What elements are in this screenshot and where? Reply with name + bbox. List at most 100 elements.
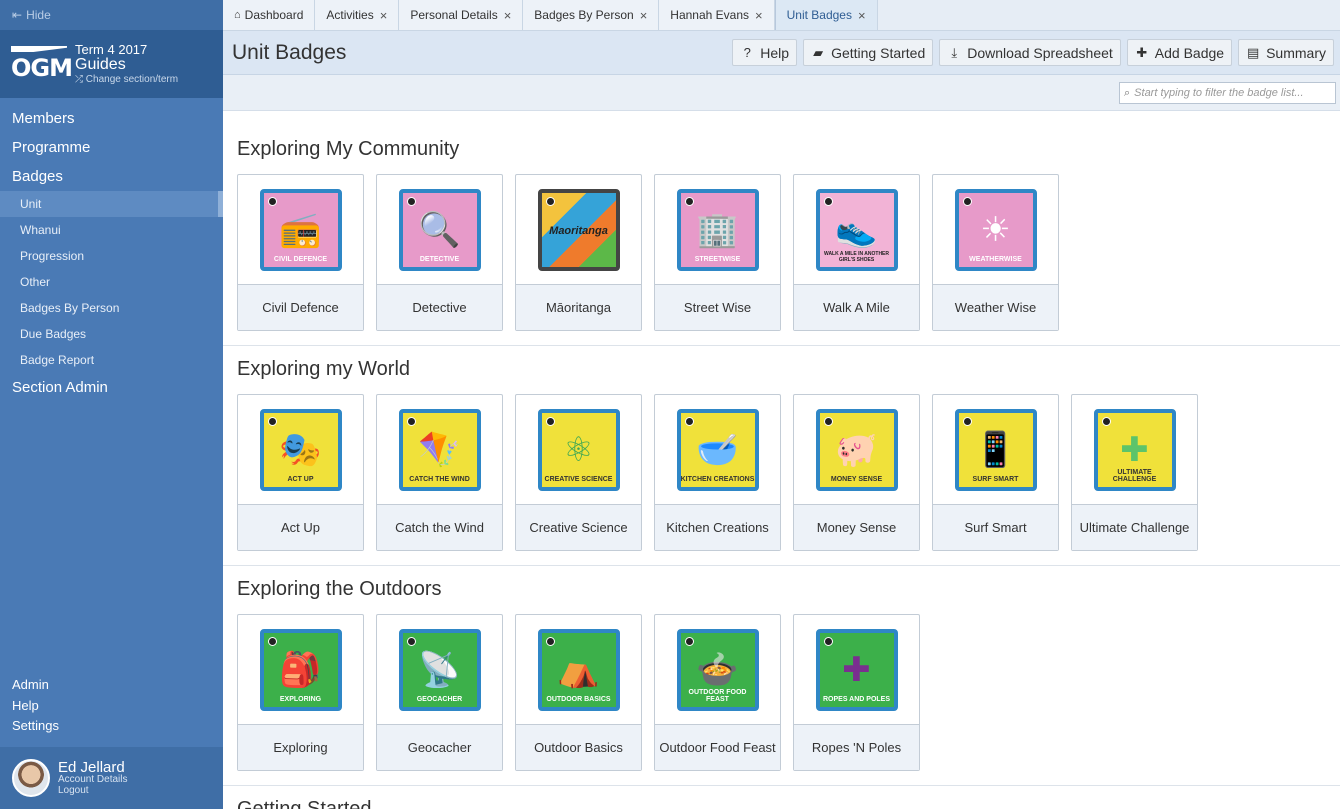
badge-label: Ropes 'N Poles xyxy=(794,725,919,770)
main-nav: Members Programme Badges Unit Whanui Pro… xyxy=(0,98,223,402)
change-section-link[interactable]: ⤮ Change section/term xyxy=(75,75,178,85)
nav-badges[interactable]: Badges xyxy=(0,162,223,191)
nav-badges-progression[interactable]: Progression xyxy=(0,243,223,269)
plus-icon: ✚ xyxy=(1136,44,1148,60)
nav-settings[interactable]: Settings xyxy=(0,716,223,737)
sidebar: ⇤ Hide OGM Term 4 2017 Guides ⤮ Change s… xyxy=(0,0,223,809)
badge-card-ropes-n-poles[interactable]: ✚ ROPES AND POLES Ropes 'N Poles xyxy=(793,614,920,771)
nav-section-admin[interactable]: Section Admin xyxy=(0,373,223,402)
detective-patch: 🔍 DETECTIVE xyxy=(398,188,481,271)
user-panel: Ed Jellard Account Details Logout xyxy=(0,747,223,809)
search-icon: ⌕ xyxy=(1124,86,1131,99)
tab-activities[interactable]: Activities × xyxy=(315,0,400,30)
badge-label: Exploring xyxy=(238,725,363,770)
surf-smart-patch: 📱 SURF SMART xyxy=(954,408,1037,491)
badge-card-ultimate-challenge[interactable]: ✚ ULTIMATE CHALLENGE Ultimate Challenge xyxy=(1071,394,1198,551)
badge-card-act-up[interactable]: 🎭 ACT UP Act Up xyxy=(237,394,364,551)
exploring-patch: 🎒 EXPLORING xyxy=(259,628,342,711)
badge-card-outdoor-basics[interactable]: ⛺ OUTDOOR BASICS Outdoor Basics xyxy=(515,614,642,771)
folder-icon: ▰ xyxy=(813,44,824,60)
street-wise-patch: 🏢 STREETWISE xyxy=(676,188,759,271)
badge-card-detective[interactable]: 🔍 DETECTIVE Detective xyxy=(376,174,503,331)
badge-card-maoritanga[interactable]: Maoritanga Māoritanga xyxy=(515,174,642,331)
summary-button[interactable]: ▤ Summary xyxy=(1238,39,1334,66)
nav-badge-report[interactable]: Badge Report xyxy=(0,347,223,373)
help-button[interactable]: ? Help xyxy=(732,39,798,66)
badge-card-geocacher[interactable]: 📡 GEOCACHER Geocacher xyxy=(376,614,503,771)
nav-badges-whanui[interactable]: Whanui xyxy=(0,217,223,243)
badge-label: Catch the Wind xyxy=(377,505,502,550)
badge-card-surf-smart[interactable]: 📱 SURF SMART Surf Smart xyxy=(932,394,1059,551)
badge-label: Ultimate Challenge xyxy=(1072,505,1197,550)
filter-row: ⌕ xyxy=(223,75,1340,111)
nav-due-badges[interactable]: Due Badges xyxy=(0,321,223,347)
walk-a-mile-patch: 👟 WALK A MILE IN ANOTHER GIRL'S SHOES xyxy=(815,188,898,271)
badge-label: Act Up xyxy=(238,505,363,550)
hide-sidebar-button[interactable]: ⇤ Hide xyxy=(0,0,223,30)
tab-personal-details[interactable]: Personal Details × xyxy=(399,0,524,30)
nav-badges-by-person[interactable]: Badges By Person xyxy=(0,295,223,321)
tab-unit-badges[interactable]: Unit Badges × xyxy=(774,0,878,30)
magnifier-icon: 🔍 xyxy=(418,210,461,249)
badge-card-money-sense[interactable]: 🐖 MONEY SENSE Money Sense xyxy=(793,394,920,551)
badge-label: Money Sense xyxy=(794,505,919,550)
badge-label: Civil Defence xyxy=(238,285,363,330)
badge-card-catch-the-wind[interactable]: 🪁 CATCH THE WIND Catch the Wind xyxy=(376,394,503,551)
close-icon[interactable]: × xyxy=(755,8,763,23)
download-spreadsheet-button[interactable]: ⤓ Download Spreadsheet xyxy=(939,39,1121,66)
badge-label: Weather Wise xyxy=(933,285,1058,330)
tab-dashboard[interactable]: ⌂ Dashboard xyxy=(223,0,316,30)
header-actions: ? Help ▰ Getting Started ⤓ Download Spreads… xyxy=(726,39,1334,66)
close-icon[interactable]: × xyxy=(640,8,648,23)
page-header: Unit Badges ? Help ▰ Getting Started ⤓ Down… xyxy=(223,31,1340,75)
category-title: Exploring the Outdoors xyxy=(237,578,442,600)
collapse-arrow-icon: ⇤ xyxy=(12,8,23,22)
tab-hannah-evans[interactable]: Hannah Evans × xyxy=(659,0,775,30)
nav-members[interactable]: Members xyxy=(0,104,223,133)
shoes-icon: 👟 xyxy=(835,210,878,249)
badge-card-kitchen-creations[interactable]: 🥣 KITCHEN CREATIONS Kitchen Creations xyxy=(654,394,781,551)
nav-badges-unit[interactable]: Unit xyxy=(0,191,223,217)
badge-label: Walk A Mile xyxy=(794,285,919,330)
kite-icon: 🪁 xyxy=(418,430,461,469)
badge-card-walk-a-mile[interactable]: 👟 WALK A MILE IN ANOTHER GIRL'S SHOES Wal… xyxy=(793,174,920,331)
badge-card-weather-wise[interactable]: ☀ WEATHERWISE Weather Wise xyxy=(932,174,1059,331)
badge-label: Kitchen Creations xyxy=(655,505,780,550)
home-icon: ⌂ xyxy=(234,9,241,21)
add-badge-button[interactable]: ✚ Add Badge xyxy=(1126,39,1233,66)
badge-card-outdoor-food-feast[interactable]: 🍲 OUTDOOR FOOD FEAST Outdoor Food Feast xyxy=(654,614,781,771)
nav-programme[interactable]: Programme xyxy=(0,133,223,162)
close-icon[interactable]: × xyxy=(504,8,512,23)
logout-link[interactable]: Logout xyxy=(58,785,127,797)
civil-defence-patch: 📻 CIVIL DEFENCE xyxy=(259,188,342,271)
money-sense-patch: 🐖 MONEY SENSE xyxy=(815,408,898,491)
tent-icon: ⛺ xyxy=(557,650,600,689)
maoritanga-patch: Maoritanga xyxy=(537,188,620,271)
nav-admin[interactable]: Admin xyxy=(0,675,223,696)
user-name: Ed Jellard xyxy=(58,758,125,776)
filter-box[interactable]: ⌕ xyxy=(1119,82,1336,104)
badge-card-exploring[interactable]: 🎒 EXPLORING Exploring xyxy=(237,614,364,771)
close-icon[interactable]: × xyxy=(380,8,388,23)
catch-the-wind-patch: 🪁 CATCH THE WIND xyxy=(398,408,481,491)
category-title: Exploring My Community xyxy=(237,138,460,160)
badge-card-civil-defence[interactable]: 📻 CIVIL DEFENCE Civil Defence xyxy=(237,174,364,331)
divider xyxy=(223,565,1340,566)
nav-help[interactable]: Help xyxy=(0,696,223,717)
avatar[interactable] xyxy=(12,759,50,797)
badge-card-creative-science[interactable]: ⚛ CREATIVE SCIENCE Creative Science xyxy=(515,394,642,551)
badge-card-street-wise[interactable]: 🏢 STREETWISE Street Wise xyxy=(654,174,781,331)
close-icon[interactable]: × xyxy=(858,8,866,23)
building-icon: 🏢 xyxy=(696,210,739,249)
category-title: Getting Started xyxy=(237,798,372,809)
category-title: Exploring my World xyxy=(237,358,411,380)
ropes-n-poles-patch: ✚ ROPES AND POLES xyxy=(815,628,898,711)
nav-badges-other[interactable]: Other xyxy=(0,269,223,295)
cross-poles-icon: ✚ xyxy=(842,650,871,689)
badge-filter-input[interactable] xyxy=(1134,87,1325,99)
pot-icon: 🍲 xyxy=(696,650,739,689)
tab-badges-by-person[interactable]: Badges By Person × xyxy=(523,0,660,30)
radio-icon: 📻 xyxy=(279,210,322,249)
getting-started-button[interactable]: ▰ Getting Started xyxy=(803,39,934,66)
badge-label: Outdoor Basics xyxy=(516,725,641,770)
